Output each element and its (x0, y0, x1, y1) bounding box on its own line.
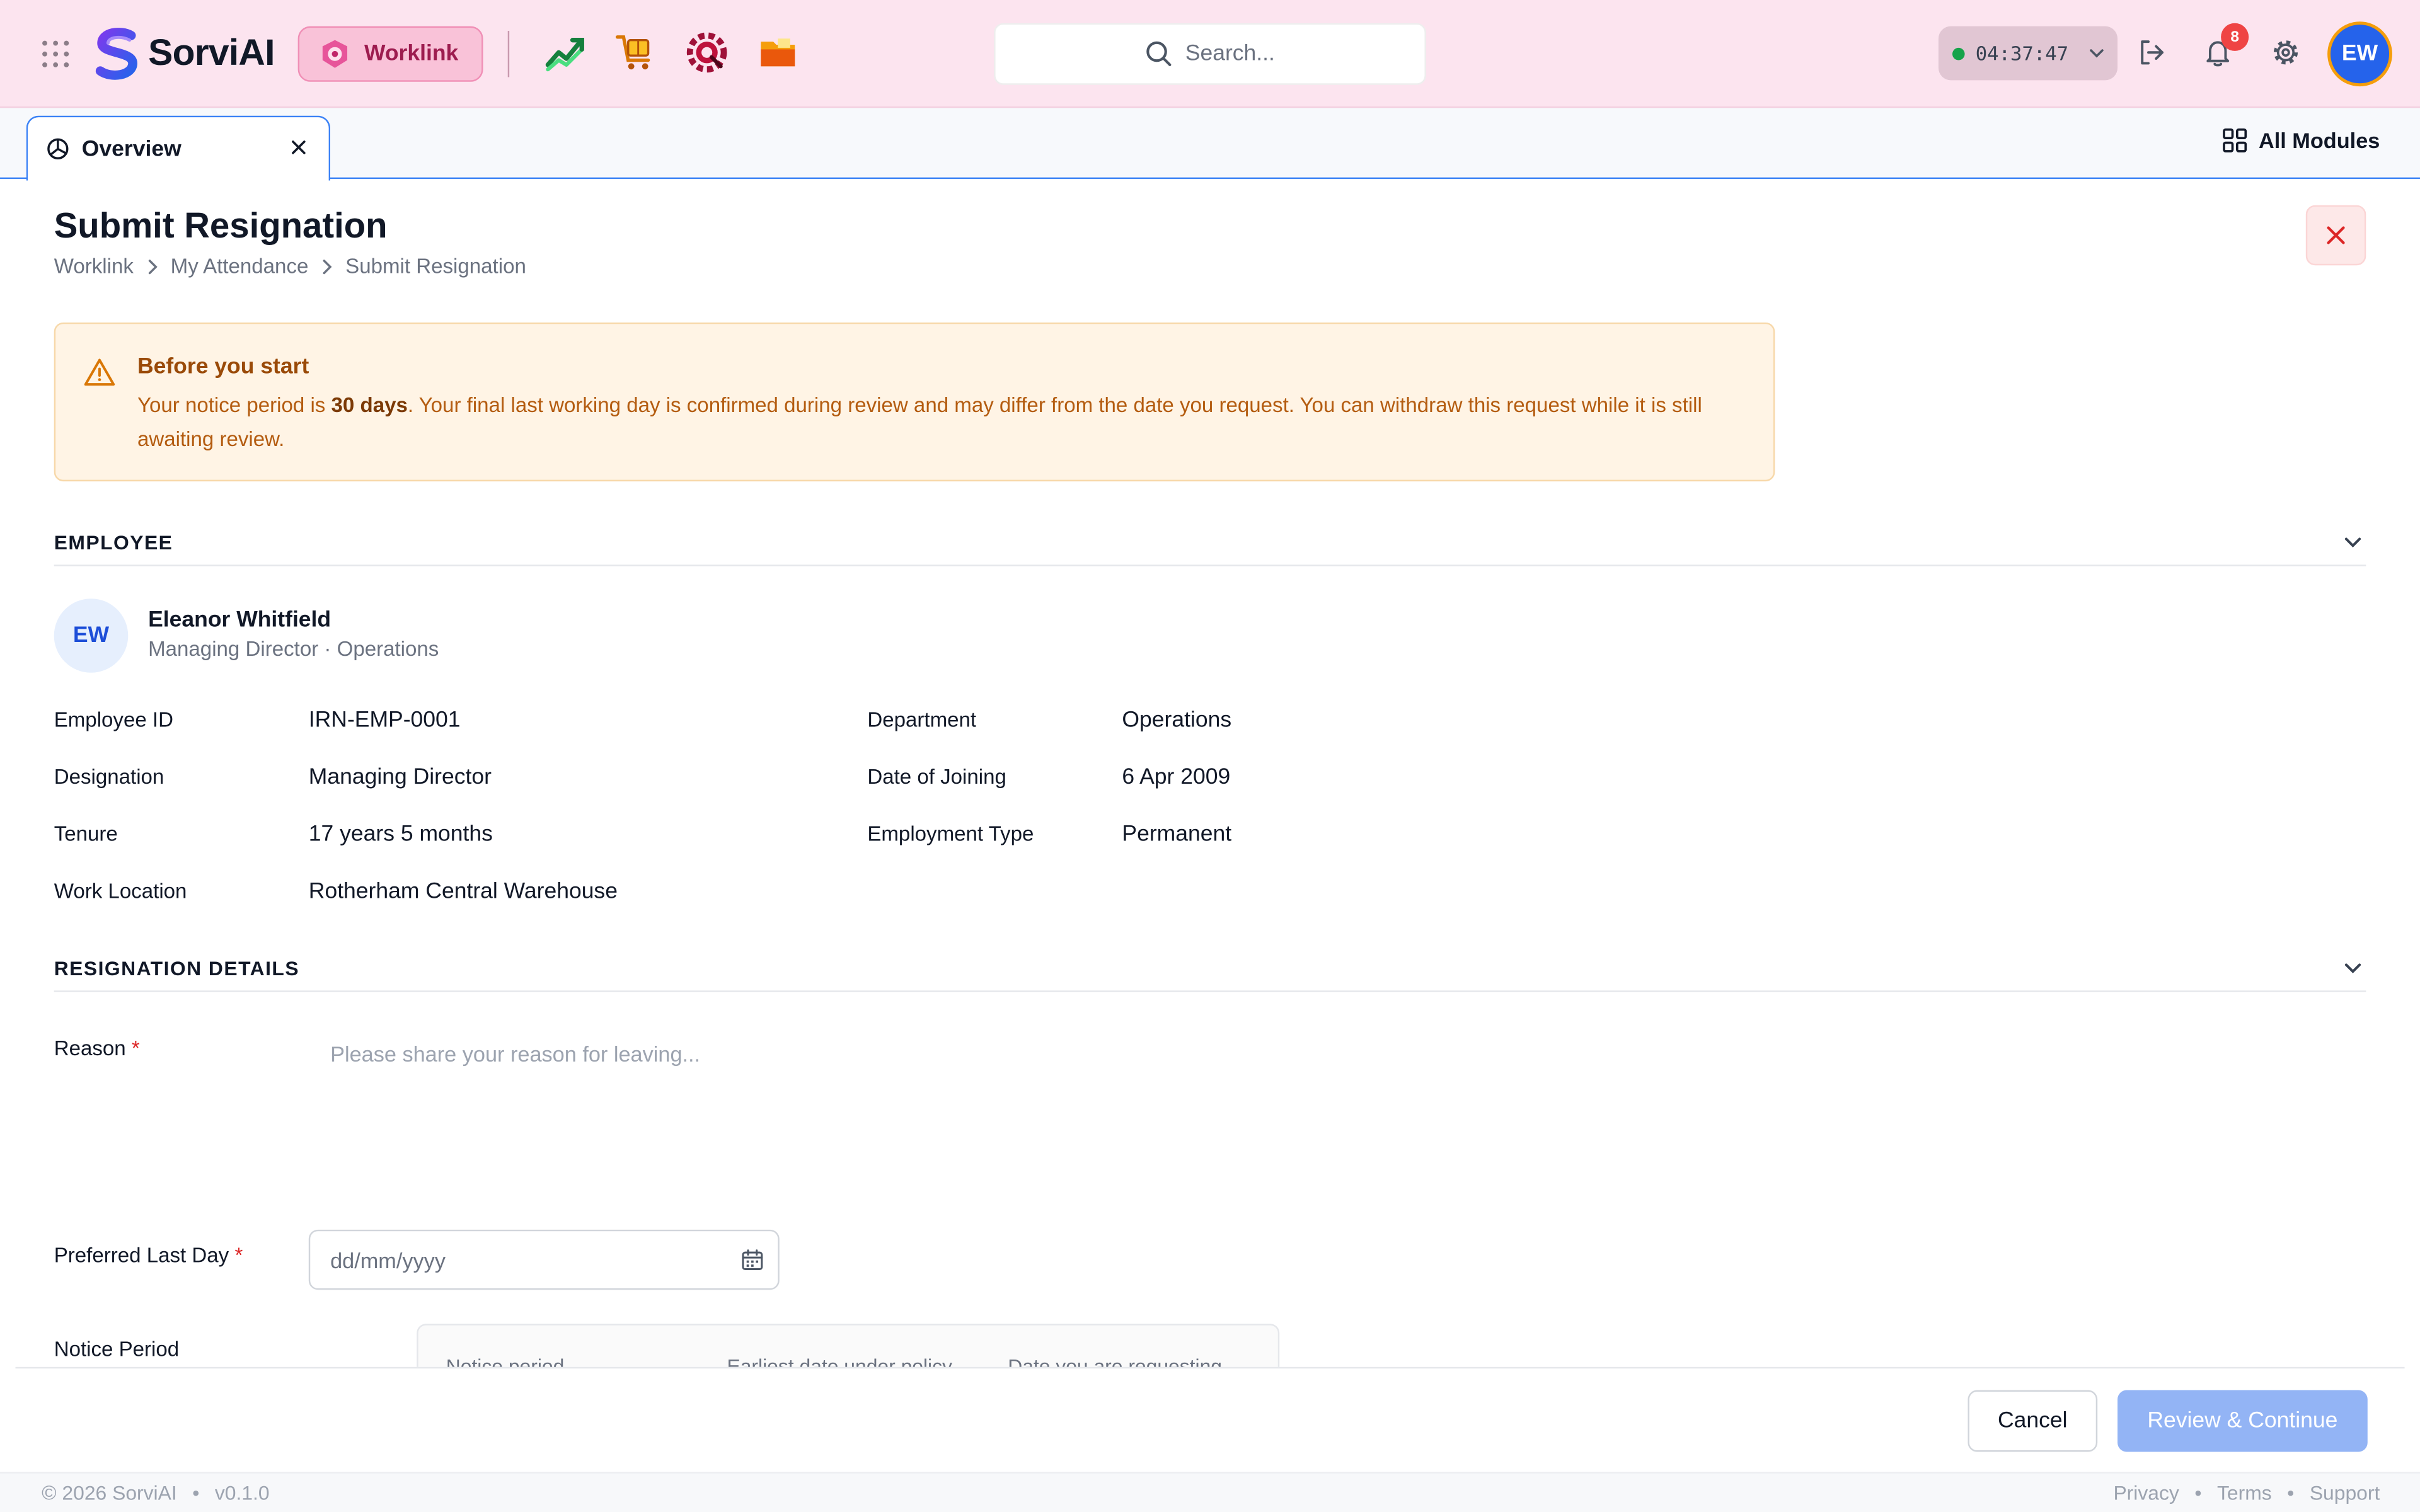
all-modules-label: All Modules (2258, 128, 2380, 153)
page-title: Submit Resignation (54, 205, 388, 246)
employee-subtitle: Managing Director · Operations (148, 637, 439, 661)
page-footer: © 2026 SorviAI • v0.1.0 Privacy • Terms … (0, 1472, 2420, 1512)
field-value: IRN-EMP-0001 (308, 708, 461, 733)
form-action-bar: Cancel Review & Continue (15, 1366, 2405, 1472)
alert-body: Your notice period is 30 days. Your fina… (137, 389, 1750, 457)
field-label: Tenure (54, 822, 118, 846)
field-value: Rotherham Central Warehouse (308, 879, 618, 905)
breadcrumb-item-current: Submit Resignation (345, 255, 526, 278)
tab-bar: Overview All Modules (0, 108, 2420, 181)
brand-logo[interactable]: SorviAI (93, 26, 275, 82)
attendance-timer[interactable]: 04:37:47 (1938, 26, 2118, 81)
employee-name: Eleanor Whitfield (148, 607, 331, 633)
logout-icon[interactable] (2136, 37, 2167, 68)
close-tab-icon[interactable] (290, 139, 307, 156)
brand-name: SorviAI (148, 32, 275, 74)
alert-heading: Before you start (137, 355, 309, 380)
employee-avatar: EW (54, 598, 129, 673)
notification-count-badge: 8 (2221, 23, 2249, 51)
chevron-right-icon (146, 258, 158, 273)
user-avatar[interactable]: EW (2327, 21, 2392, 87)
required-marker: * (234, 1243, 243, 1267)
field-value: Operations (1122, 708, 1232, 733)
footer-bullet: • (192, 1481, 200, 1504)
field-label: Designation (54, 765, 164, 789)
review-continue-button[interactable]: Review & Continue (2118, 1390, 2368, 1452)
tab-overview[interactable]: Overview (26, 115, 331, 181)
cancel-button[interactable]: Cancel (1968, 1390, 2098, 1452)
chevron-down-icon[interactable] (2343, 532, 2363, 553)
field-label: Employee ID (54, 708, 174, 731)
logo-mark-icon (95, 28, 137, 80)
field-value: 17 years 5 months (308, 822, 493, 847)
header-divider (507, 30, 510, 77)
close-page-button[interactable] (2305, 205, 2366, 266)
folder-icon[interactable] (756, 31, 800, 74)
field-label: Department (867, 708, 977, 731)
section-title: RESIGNATION DETAILS (54, 956, 300, 980)
app-window: SorviAI Worklink Search... 04:37:47 8 EW… (0, 0, 2420, 1512)
terms-link[interactable]: Terms (2217, 1481, 2272, 1504)
breadcrumb: Worklink My Attendance Submit Resignatio… (54, 255, 526, 278)
resignation-section-header[interactable]: RESIGNATION DETAILS (54, 955, 2366, 992)
warning-triangle-icon (84, 358, 115, 386)
support-link[interactable]: Support (2310, 1481, 2380, 1504)
all-modules-button[interactable]: All Modules (2223, 128, 2380, 152)
reason-label: Reason * (54, 1037, 140, 1060)
chevron-down-icon[interactable] (2343, 958, 2363, 978)
chevron-down-icon (2090, 49, 2104, 58)
notice-alert: Before you start Your notice period is 3… (54, 322, 1775, 482)
field-value: Managing Director (308, 765, 492, 790)
search-placeholder: Search... (1185, 42, 1275, 67)
field-label: Employment Type (867, 822, 1034, 846)
employee-section-header[interactable]: EMPLOYEE (54, 529, 2366, 566)
grid-icon (2223, 128, 2248, 152)
breadcrumb-item-my-attendance[interactable]: My Attendance (171, 255, 309, 278)
calendar-icon[interactable] (741, 1248, 764, 1271)
preferred-last-day-input[interactable]: dd/mm/yyyy (308, 1229, 780, 1290)
service-gear-icon[interactable] (685, 31, 729, 74)
active-module-label: Worklink (364, 42, 459, 67)
footer-bullet: • (2194, 1481, 2202, 1504)
status-dot (1952, 47, 1965, 60)
section-title: EMPLOYEE (54, 530, 173, 554)
field-value: Permanent (1122, 822, 1232, 847)
last-day-label-text: Preferred Last Day (54, 1243, 229, 1267)
breadcrumb-item-worklink[interactable]: Worklink (54, 255, 134, 278)
field-value: 6 Apr 2009 (1122, 765, 1231, 790)
alert-notice-days: 30 days (331, 393, 408, 417)
analytics-chart-icon[interactable] (543, 31, 587, 74)
settings-gear-icon[interactable] (2270, 37, 2301, 68)
timer-value: 04:37:47 (1975, 42, 2069, 65)
version-text: v0.1.0 (214, 1481, 270, 1504)
field-label: Work Location (54, 879, 187, 903)
field-label: Date of Joining (867, 765, 1006, 789)
last-day-label: Preferred Last Day * (54, 1244, 243, 1267)
chevron-right-icon (321, 258, 333, 273)
tab-label: Overview (81, 136, 182, 161)
reason-label-text: Reason (54, 1036, 126, 1060)
app-launcher-icon[interactable] (40, 38, 71, 69)
alert-text-start: Your notice period is (137, 393, 331, 417)
reason-textarea[interactable]: Please share your reason for leaving... (330, 1041, 700, 1066)
footer-bullet: • (2287, 1481, 2295, 1504)
delivery-cart-icon[interactable] (614, 31, 658, 74)
copyright-text: © 2026 SorviAI (42, 1481, 177, 1504)
global-search-input[interactable]: Search... (994, 23, 1426, 85)
top-bar: SorviAI Worklink Search... 04:37:47 8 EW (0, 0, 2420, 108)
search-icon (1146, 41, 1172, 66)
overview-chart-icon (47, 138, 69, 159)
privacy-link[interactable]: Privacy (2113, 1481, 2179, 1504)
date-placeholder: dd/mm/yyyy (330, 1247, 446, 1273)
required-marker: * (131, 1036, 140, 1060)
active-module-pill[interactable]: Worklink (297, 26, 483, 82)
close-icon (2327, 226, 2345, 244)
worklink-icon (322, 40, 348, 68)
notice-period-label: Notice Period (54, 1337, 180, 1361)
